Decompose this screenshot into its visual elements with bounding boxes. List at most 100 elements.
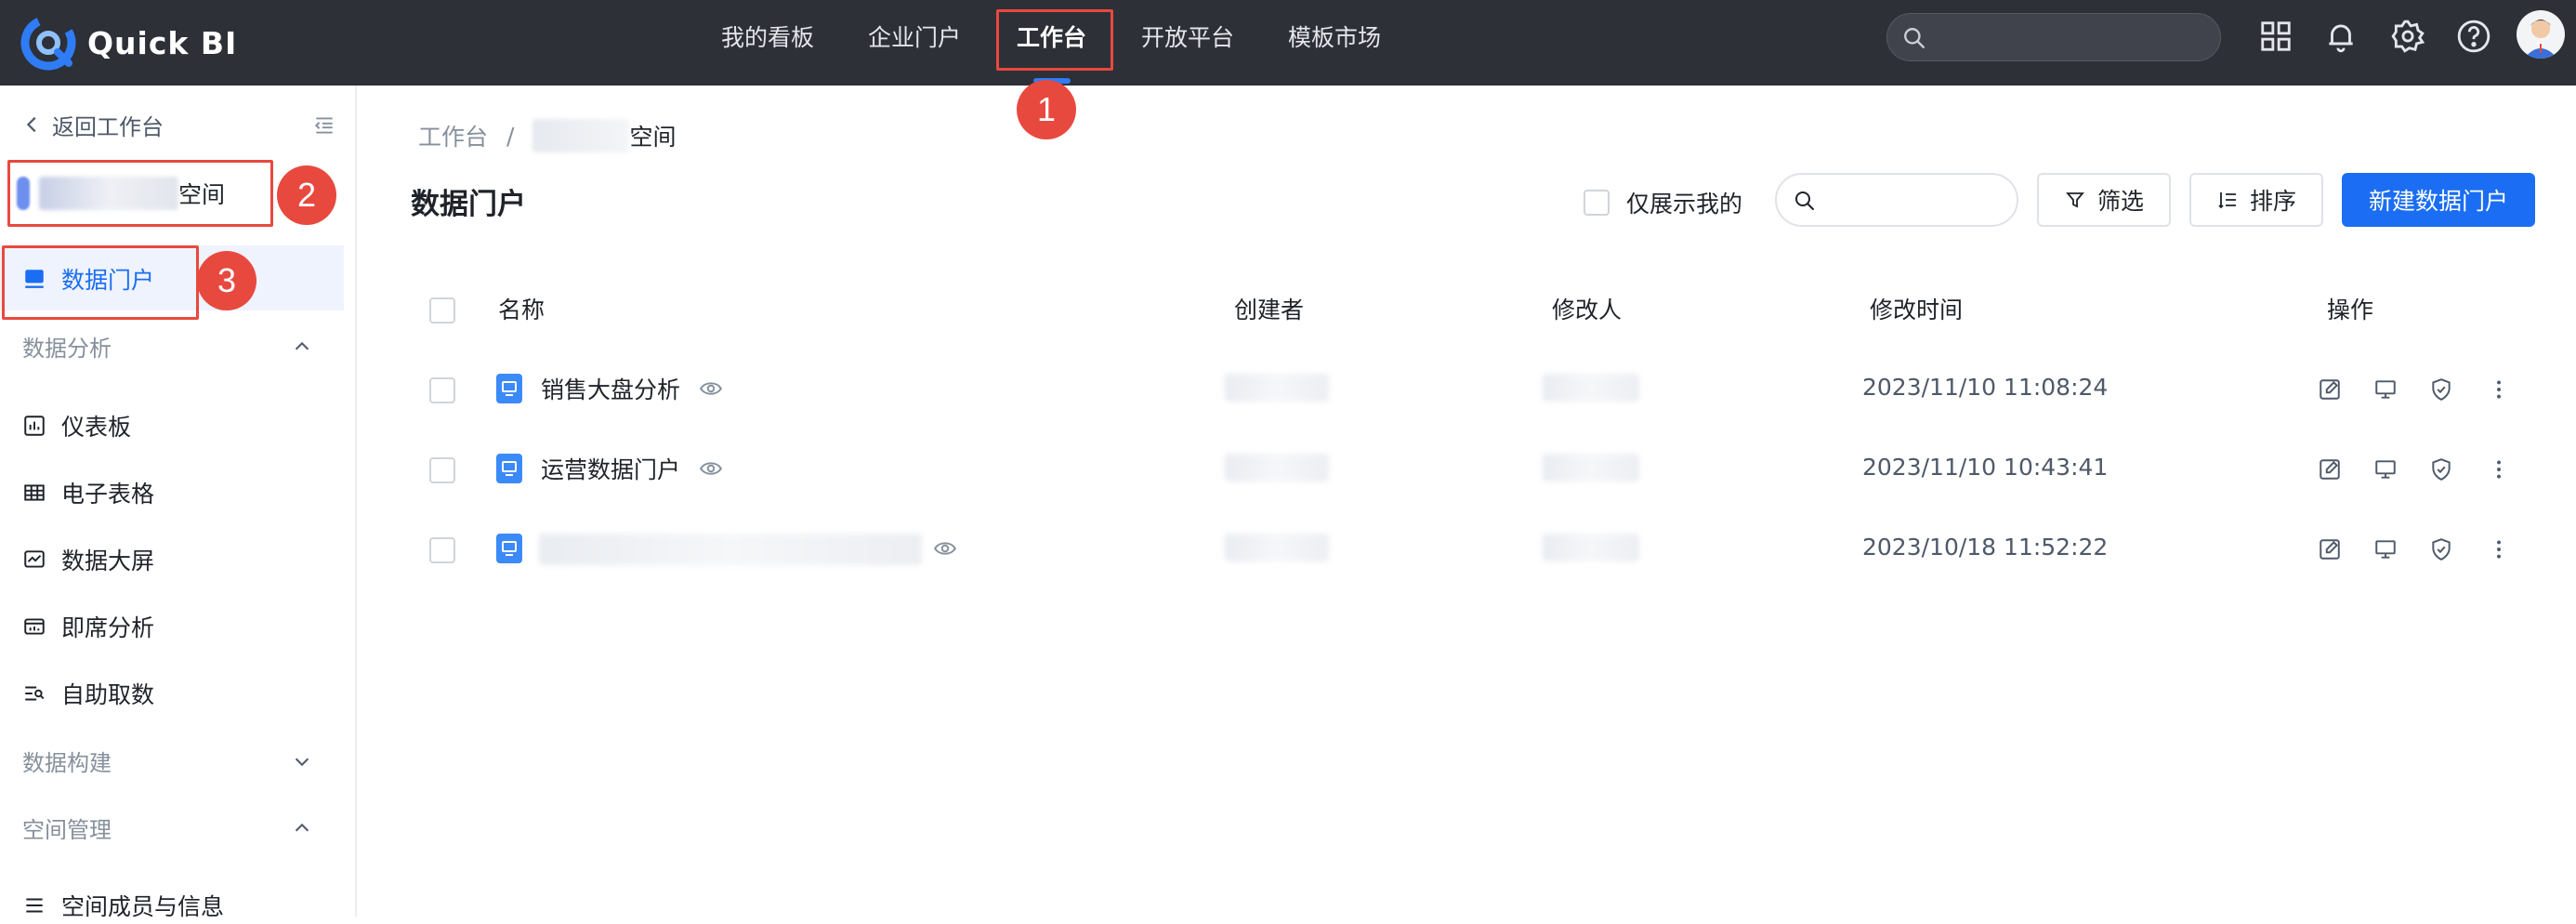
annotation-badge-1: 1 [1017, 80, 1076, 139]
only-mine-toggle[interactable]: 仅展示我的 [1584, 186, 1742, 219]
annotation-badge-3: 3 [197, 251, 256, 310]
preview-icon[interactable] [2373, 537, 2398, 561]
search-icon [1795, 191, 1814, 210]
gear-icon[interactable] [2390, 19, 2425, 54]
edit-icon[interactable] [2318, 537, 2342, 561]
sort-label: 排序 [2249, 188, 2296, 215]
app-logo[interactable]: Quick BI [20, 15, 237, 71]
breadcrumb-root[interactable]: 工作台 [418, 119, 488, 152]
filter-button[interactable]: 筛选 [2037, 173, 2171, 227]
back-to-workbench[interactable]: 返回工作台 [22, 110, 164, 140]
group-label: 空间管理 [22, 816, 112, 843]
sidebar-item-self-fetch[interactable]: 自助取数 [22, 675, 154, 712]
row-modifier-redacted [1543, 454, 1639, 482]
highlight-space [7, 160, 273, 227]
row-name-redacted[interactable] [539, 534, 922, 565]
chevron-up-icon[interactable] [292, 818, 312, 838]
annotation-badge-2: 2 [277, 165, 336, 225]
group-data-analysis[interactable]: 数据分析 [22, 327, 112, 364]
sidebar-item-label: 即席分析 [61, 614, 155, 641]
apps-grid-icon[interactable] [2258, 19, 2293, 54]
permission-icon[interactable] [2429, 377, 2453, 402]
row-modified-time: 2023/11/10 11:08:24 [1862, 374, 2109, 401]
chevron-down-icon[interactable] [292, 751, 312, 772]
more-icon[interactable] [2487, 457, 2511, 482]
row-creator-redacted [1225, 374, 1329, 402]
edit-icon[interactable] [2318, 457, 2342, 482]
highlight-workbench [996, 9, 1113, 71]
permission-icon[interactable] [2429, 537, 2453, 561]
search-icon [1904, 28, 1925, 48]
row-modified-time: 2023/10/18 11:52:22 [1862, 534, 2109, 561]
sidebar-item-label: 空间成员与信息 [61, 893, 225, 920]
group-data-build[interactable]: 数据构建 [22, 742, 112, 779]
adhoc-icon [24, 618, 45, 635]
sort-icon [2218, 192, 2236, 209]
permission-icon[interactable] [2429, 457, 2453, 482]
sidebar-item-spreadsheet[interactable]: 电子表格 [22, 474, 154, 511]
breadcrumb-separator: / [506, 122, 515, 150]
row-checkbox[interactable] [429, 537, 455, 563]
dashboard-icon [24, 416, 45, 436]
breadcrumb-current: 空间 [629, 124, 677, 151]
group-label: 数据分析 [22, 335, 112, 362]
breadcrumb-space-redacted [532, 119, 630, 152]
only-mine-checkbox[interactable] [1584, 190, 1610, 216]
sidebar-item-dashboard[interactable]: 仪表板 [22, 407, 131, 444]
row-modifier-redacted [1543, 374, 1639, 402]
row-modified-time: 2023/11/10 10:43:41 [1862, 454, 2109, 481]
nav-enterprise-portal[interactable]: 企业门户 [868, 0, 961, 76]
eye-icon[interactable] [933, 536, 957, 561]
column-header-actions: 操作 [2327, 297, 2374, 323]
row-checkbox[interactable] [429, 457, 455, 483]
more-icon[interactable] [2487, 537, 2511, 561]
row-name[interactable]: 销售大盘分析 [541, 372, 680, 405]
bell-icon[interactable] [2323, 19, 2359, 54]
chevron-up-icon[interactable] [292, 337, 312, 357]
global-search-input[interactable] [1886, 13, 2221, 61]
column-header-modifier[interactable]: 修改人 [1552, 292, 1622, 325]
filter-icon [2066, 192, 2084, 208]
user-avatar[interactable] [2517, 10, 2565, 59]
breadcrumb: 工作台 / 空间 [418, 119, 676, 152]
sidebar-item-label: 电子表格 [61, 481, 155, 508]
chevron-left-icon [26, 116, 36, 133]
sidebar-item-label: 数据大屏 [61, 548, 155, 574]
back-label: 返回工作台 [52, 113, 164, 140]
top-bar: Quick BI 我的看板 企业门户 工作台 开放平台 模板市场 [0, 0, 2576, 86]
edit-icon[interactable] [2318, 377, 2342, 402]
sidebar-item-adhoc[interactable]: 即席分析 [22, 608, 154, 645]
members-icon [26, 898, 43, 913]
avatar-icon [2524, 20, 2557, 59]
select-all-checkbox[interactable] [429, 297, 455, 323]
row-creator-redacted [1225, 454, 1329, 482]
sort-button[interactable]: 排序 [2189, 173, 2323, 227]
preview-icon[interactable] [2373, 377, 2398, 402]
sidebar-item-space-members[interactable]: 空间成员与信息 [22, 887, 224, 924]
group-space-management[interactable]: 空间管理 [22, 809, 112, 846]
column-header-creator[interactable]: 创建者 [1234, 292, 1304, 325]
preview-icon[interactable] [2373, 457, 2398, 482]
column-header-name[interactable]: 名称 [498, 292, 545, 325]
eye-icon[interactable] [699, 456, 723, 481]
help-icon[interactable] [2456, 19, 2491, 54]
create-portal-button[interactable]: 新建数据门户 [2342, 173, 2535, 227]
nav-template-market[interactable]: 模板市场 [1288, 0, 1381, 76]
more-icon[interactable] [2487, 377, 2511, 402]
page-title: 数据门户 [411, 188, 526, 221]
eye-icon[interactable] [699, 376, 723, 401]
screen-icon [24, 550, 45, 568]
sidebar-item-data-screen[interactable]: 数据大屏 [22, 541, 154, 578]
nav-my-boards[interactable]: 我的看板 [721, 0, 814, 76]
row-modifier-redacted [1543, 534, 1639, 561]
portal-file-icon [496, 374, 522, 403]
row-checkbox[interactable] [429, 377, 455, 403]
table-icon [24, 484, 45, 501]
only-mine-label: 仅展示我的 [1626, 191, 1743, 218]
column-header-modified-time[interactable]: 修改时间 [1870, 292, 1963, 325]
collapse-sidebar-icon[interactable] [312, 113, 336, 138]
row-name[interactable]: 运营数据门户 [541, 452, 680, 485]
nav-open-platform[interactable]: 开放平台 [1141, 0, 1234, 76]
portal-search-input[interactable] [1775, 173, 2018, 227]
sidebar-item-label: 仪表板 [61, 414, 132, 441]
